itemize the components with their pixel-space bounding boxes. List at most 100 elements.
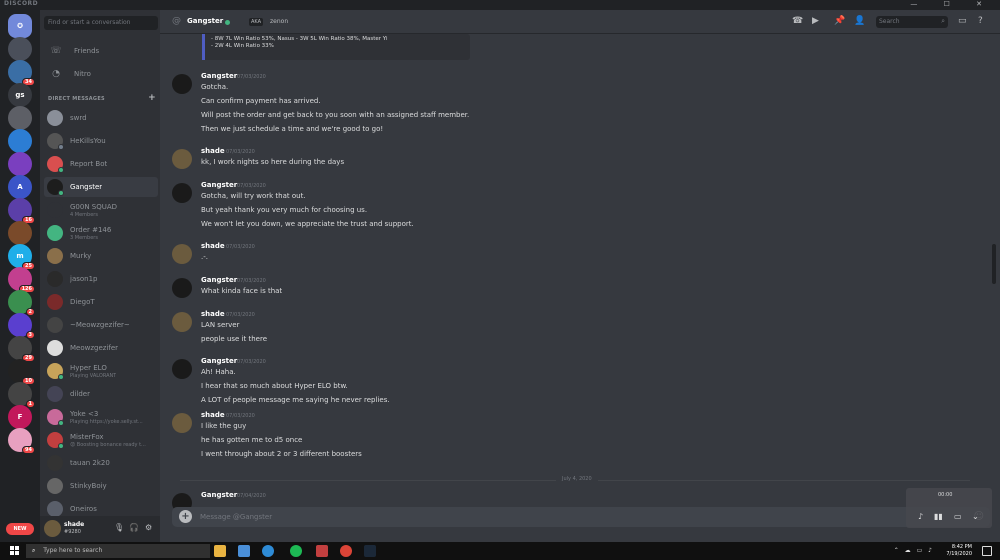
store-icon[interactable] <box>238 545 250 557</box>
create-dm-icon[interactable]: + <box>148 93 156 103</box>
chevron-down-icon[interactable]: ⌄ <box>972 512 979 521</box>
server-icon-server-m[interactable]: m 25 <box>8 244 35 270</box>
server-icon-server-16[interactable]: 1 <box>8 382 35 408</box>
nitro-link[interactable]: ◔ Nitro <box>44 65 158 83</box>
dm-item[interactable]: StinkyBoiy <box>44 476 158 496</box>
dm-item[interactable]: Report Bot <box>44 154 158 174</box>
inbox-icon[interactable]: ▭ <box>958 16 967 26</box>
message-author[interactable]: shade <box>201 242 225 250</box>
message-author[interactable]: Gangster <box>201 357 237 365</box>
message-author[interactable]: shade <box>201 147 225 155</box>
server-icon-server-a[interactable]: A <box>8 175 32 199</box>
server-glyph: A <box>17 183 23 191</box>
dm-item[interactable]: dilder <box>44 384 158 404</box>
spotify-icon[interactable] <box>290 545 302 557</box>
system-clock[interactable]: 8:42 PM 7/19/2020 <box>946 544 972 558</box>
message-avatar[interactable] <box>172 183 192 203</box>
server-icon-server-18[interactable]: 94 <box>8 428 35 454</box>
help-icon[interactable]: ? <box>978 16 983 26</box>
server-icon-server-9[interactable] <box>8 221 32 245</box>
message-avatar[interactable] <box>172 359 192 379</box>
server-icon-server-8[interactable]: 16 <box>8 198 35 224</box>
pin-icon[interactable]: 📌 <box>834 16 845 26</box>
chrome-icon[interactable] <box>340 545 352 557</box>
equalizer-icon[interactable]: ▮▮ <box>934 512 943 521</box>
dm-item[interactable]: Gangster <box>44 177 158 197</box>
dm-item[interactable]: DiegoT <box>44 292 158 312</box>
dm-item[interactable]: Yoke <3 Playing https://yoke.selly.st... <box>44 407 158 427</box>
dm-item[interactable]: Order #146 3 Members <box>44 223 158 243</box>
microphone-icon[interactable]: 🎙 <box>114 523 124 532</box>
voice-call-icon[interactable]: ☎ <box>792 16 803 26</box>
message-author[interactable]: Gangster <box>201 276 237 284</box>
dm-item[interactable]: swrd <box>44 108 158 128</box>
dm-item[interactable]: MisterFox 😡 Boosting bonance ready t... <box>44 430 158 450</box>
message-author[interactable]: Gangster <box>201 491 237 499</box>
server-icon-server-14[interactable]: 29 <box>8 336 35 362</box>
edge-icon[interactable] <box>262 545 274 557</box>
server-icon-home[interactable]: ✪ <box>8 14 32 38</box>
volume-icon[interactable]: ♪ <box>918 512 923 521</box>
upload-plus-icon[interactable]: + <box>179 510 192 523</box>
message-author[interactable]: Gangster <box>201 72 237 80</box>
server-icon-server-12[interactable]: 2 <box>8 290 35 316</box>
dm-item[interactable]: HeKillsYou <box>44 131 158 151</box>
dm-avatar <box>47 409 64 426</box>
dm-subtitle: Playing VALORANT <box>70 372 117 379</box>
dm-item[interactable]: jason1p <box>44 269 158 289</box>
dm-item[interactable]: Meowzgezifer <box>44 338 158 358</box>
user-avatar[interactable] <box>44 520 61 537</box>
message-author[interactable]: shade <box>201 310 225 318</box>
server-icon-server-1[interactable] <box>8 37 32 61</box>
message-avatar[interactable] <box>172 74 192 94</box>
message-composer[interactable]: + Message @Gangster ☺ <box>172 507 990 527</box>
dm-item[interactable]: ~Meowzgezifer~ <box>44 315 158 335</box>
settings-gear-icon[interactable]: ⚙ <box>145 523 152 532</box>
dm-text: tauan 2k20 <box>70 459 110 467</box>
new-badge[interactable]: NEW <box>6 523 34 535</box>
taskbar-search-box[interactable]: ⌕ Type here to search <box>26 544 210 558</box>
headphones-icon[interactable]: 🎧 <box>129 523 139 532</box>
dm-avatar <box>47 248 63 264</box>
steam-icon[interactable] <box>364 545 376 557</box>
server-icon-server-6[interactable] <box>8 152 32 176</box>
dm-item[interactable]: Murky <box>44 246 158 266</box>
chat-scrollbar[interactable] <box>992 34 996 504</box>
server-icon-server-15[interactable]: 10 <box>8 359 35 385</box>
find-conversation-input[interactable]: Find or start a conversation <box>44 16 158 30</box>
message-avatar[interactable] <box>172 312 192 332</box>
dm-avatar <box>47 110 63 126</box>
server-icon-server-11[interactable]: 126 <box>8 267 35 293</box>
window-controls[interactable]: — ☐ ✕ <box>910 0 994 8</box>
windows-start-icon[interactable] <box>10 546 20 556</box>
message-author[interactable]: shade <box>201 411 225 419</box>
message-avatar[interactable] <box>172 244 192 264</box>
message-author[interactable]: Gangster <box>201 181 237 189</box>
file-explorer-icon[interactable] <box>214 545 226 557</box>
server-icon-server-5[interactable] <box>8 129 32 153</box>
message-avatar[interactable] <box>172 413 192 433</box>
header-search-input[interactable]: Search ⌕ <box>876 16 948 28</box>
friends-link[interactable]: ☏ Friends <box>44 42 158 60</box>
message-avatar[interactable] <box>172 278 192 298</box>
notification-center-icon[interactable] <box>982 546 992 556</box>
server-icon-server-4[interactable] <box>8 106 32 130</box>
dm-item[interactable]: G00N SQUAD 4 Members <box>44 200 158 220</box>
video-call-icon[interactable]: ▶ <box>812 16 819 26</box>
screen-icon[interactable]: ▭ <box>954 512 962 521</box>
scrollbar-thumb[interactable] <box>992 244 996 284</box>
server-icon-server-2[interactable]: 34 <box>8 60 35 86</box>
server-icon-server-gs[interactable]: gs <box>8 83 32 107</box>
server-icon-server-13[interactable]: 3 <box>8 313 35 339</box>
user-panel: shade #9280 🎙 🎧 ⚙ <box>40 516 160 542</box>
dm-name: Murky <box>70 252 92 260</box>
system-tray-icons[interactable]: ⌃ ☁ ▭ ♪ <box>894 547 934 554</box>
add-friend-icon[interactable]: 👤 <box>854 16 865 26</box>
server-icon-server-f[interactable]: F <box>8 405 32 429</box>
app-icon[interactable] <box>316 545 328 557</box>
dm-text: Oneiros <box>70 505 97 513</box>
dm-item[interactable]: Hyper ELO Playing VALORANT <box>44 361 158 381</box>
friends-label: Friends <box>74 47 100 55</box>
message-avatar[interactable] <box>172 149 192 169</box>
dm-item[interactable]: tauan 2k20 <box>44 453 158 473</box>
